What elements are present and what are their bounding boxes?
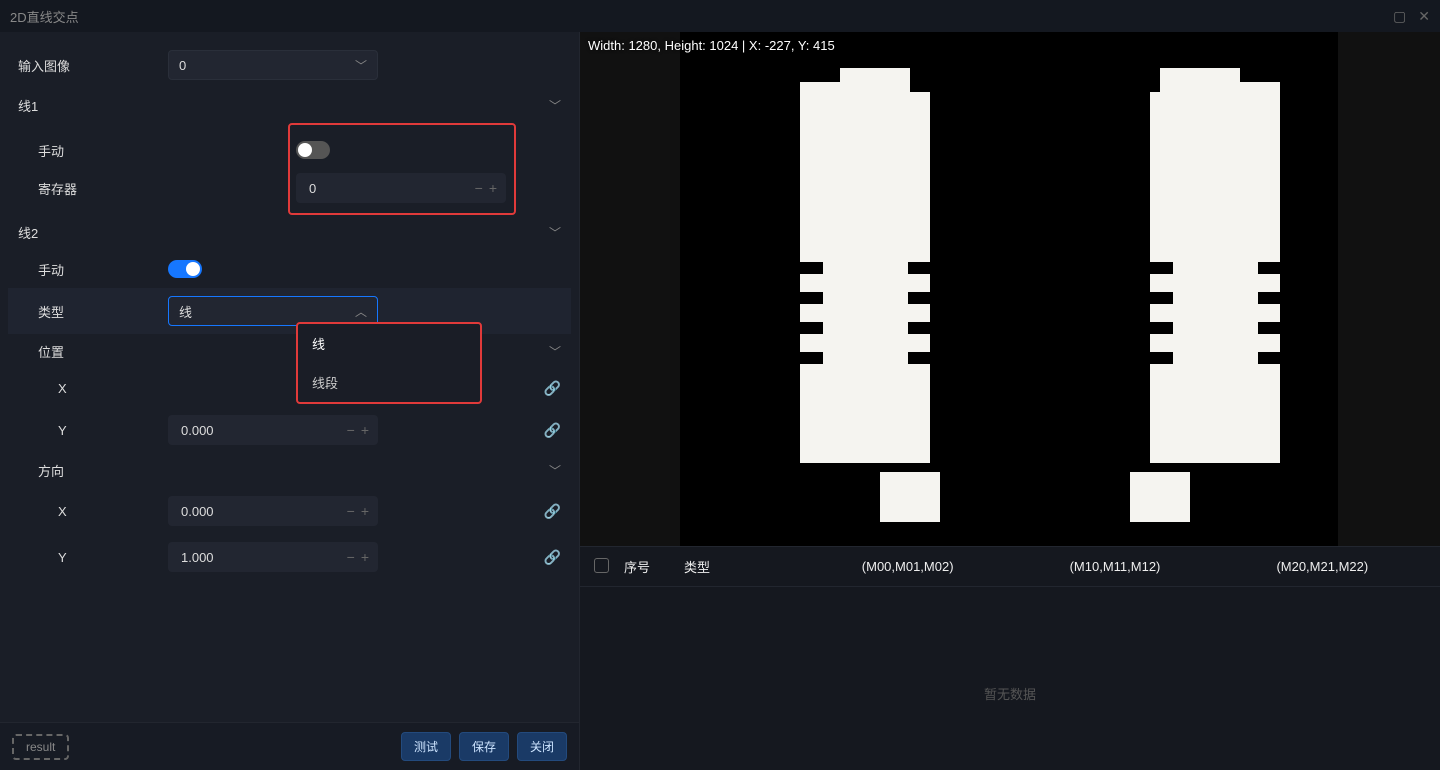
line2-dir-y-label: Y (18, 550, 168, 565)
chevron-down-icon: ﹀ (549, 224, 561, 241)
line2-direction-section[interactable]: 方向 ﹀ (8, 453, 571, 488)
window-controls: ▢ ✕ (1393, 8, 1430, 25)
link-icon[interactable]: 🔗 (544, 380, 561, 397)
line2-type-label: 类型 (18, 302, 168, 321)
test-button[interactable]: 测试 (401, 732, 451, 761)
line2-type-row: 类型 线 ︿ (8, 288, 571, 334)
col-index: 序号 (624, 557, 684, 576)
line2-title: 线2 (18, 223, 38, 242)
plus-icon[interactable]: + (361, 423, 369, 437)
config-panel: 输入图像 0 ﹀ 线1 ﹀ 手动 (0, 32, 580, 770)
line2-pos-x-label: X (18, 381, 168, 396)
line1-register-row: 寄存器 0 − + (296, 169, 508, 207)
image-viewport[interactable]: Width: 1280, Height: 1024 | X: -227, Y: … (580, 32, 1440, 547)
line2-dir-x-value: 0.000 (181, 504, 214, 519)
plus-icon[interactable]: + (361, 550, 369, 564)
line2-dir-y-row: Y 1.000 − + 🔗 (8, 534, 571, 580)
minus-icon[interactable]: − (347, 504, 355, 518)
type-option-segment[interactable]: 线段 (298, 363, 480, 402)
line1-section[interactable]: 线1 ﹀ (8, 88, 571, 123)
results-table: 序号 类型 (M00,M01,M02) (M10,M11,M12) (M20,M… (580, 547, 1440, 770)
input-image-value: 0 (179, 58, 186, 73)
line2-pos-y-label: Y (18, 423, 168, 438)
line1-title: 线1 (18, 96, 38, 115)
chevron-up-icon: ︿ (355, 303, 367, 320)
line2-direction-label: 方向 (38, 461, 64, 480)
result-tag[interactable]: result (12, 734, 69, 760)
line2-dir-x-input[interactable]: 0.000 − + (168, 496, 378, 526)
line2-position-label: 位置 (38, 342, 64, 361)
link-icon[interactable]: 🔗 (544, 422, 561, 439)
select-all-checkbox[interactable] (594, 558, 609, 573)
col-m1: (M10,M11,M12) (1011, 559, 1218, 574)
line1-manual-toggle[interactable] (296, 141, 330, 159)
preview-panel: Width: 1280, Height: 1024 | X: -227, Y: … (580, 32, 1440, 770)
title-bar: 2D直线交点 ▢ ✕ (0, 0, 1440, 32)
col-m0: (M00,M01,M02) (804, 559, 1011, 574)
line2-pos-y-row: Y 0.000 − + 🔗 (8, 407, 571, 453)
close-button[interactable]: 关闭 (517, 732, 567, 761)
line2-pos-y-input[interactable]: 0.000 − + (168, 415, 378, 445)
save-button[interactable]: 保存 (459, 732, 509, 761)
preview-image (680, 32, 1338, 547)
chevron-down-icon: ﹀ (549, 343, 561, 360)
minus-icon[interactable]: − (475, 181, 483, 195)
line2-manual-row: 手动 (8, 250, 571, 288)
link-icon[interactable]: 🔗 (544, 503, 561, 520)
close-icon[interactable]: ✕ (1418, 8, 1430, 25)
plus-icon[interactable]: + (489, 181, 497, 195)
line1-register-label: 寄存器 (18, 179, 168, 198)
minus-icon[interactable]: − (347, 550, 355, 564)
chevron-down-icon: ﹀ (549, 462, 561, 479)
line2-section[interactable]: 线2 ﹀ (8, 215, 571, 250)
line1-register-value: 0 (309, 181, 316, 196)
chevron-down-icon: ﹀ (549, 97, 561, 114)
line2-pos-x-row: X 🔗 (8, 369, 571, 407)
link-icon[interactable]: 🔗 (544, 549, 561, 566)
type-option-line[interactable]: 线 (298, 324, 480, 363)
input-image-select[interactable]: 0 ﹀ (168, 50, 378, 80)
col-type: 类型 (684, 557, 804, 576)
line1-register-input[interactable]: 0 − + (296, 173, 506, 203)
line2-dir-x-row: X 0.000 − + 🔗 (8, 488, 571, 534)
col-m2: (M20,M21,M22) (1219, 559, 1426, 574)
minus-icon[interactable]: − (347, 423, 355, 437)
line2-position-section[interactable]: 位置 ﹀ (8, 334, 571, 369)
table-empty-text: 暂无数据 (580, 587, 1440, 770)
line2-type-value: 线 (179, 302, 192, 321)
chevron-down-icon: ﹀ (355, 57, 367, 74)
plus-icon[interactable]: + (361, 504, 369, 518)
panel-footer: result 测试 保存 关闭 (0, 722, 579, 770)
line2-dir-y-value: 1.000 (181, 550, 214, 565)
line2-manual-toggle[interactable] (168, 260, 202, 278)
input-image-label: 输入图像 (18, 56, 168, 75)
window-title: 2D直线交点 (10, 7, 79, 26)
maximize-icon[interactable]: ▢ (1393, 8, 1406, 25)
line2-dir-x-label: X (18, 504, 168, 519)
line2-pos-y-value: 0.000 (181, 423, 214, 438)
line1-manual-label: 手动 (18, 141, 168, 160)
input-image-row: 输入图像 0 ﹀ (8, 42, 571, 88)
line2-manual-label: 手动 (18, 260, 168, 279)
table-header: 序号 类型 (M00,M01,M02) (M10,M11,M12) (M20,M… (580, 547, 1440, 587)
type-dropdown: 线 线段 (296, 322, 482, 404)
line1-manual-row: 手动 (296, 131, 508, 169)
line2-dir-y-input[interactable]: 1.000 − + (168, 542, 378, 572)
image-info-text: Width: 1280, Height: 1024 | X: -227, Y: … (588, 38, 835, 53)
